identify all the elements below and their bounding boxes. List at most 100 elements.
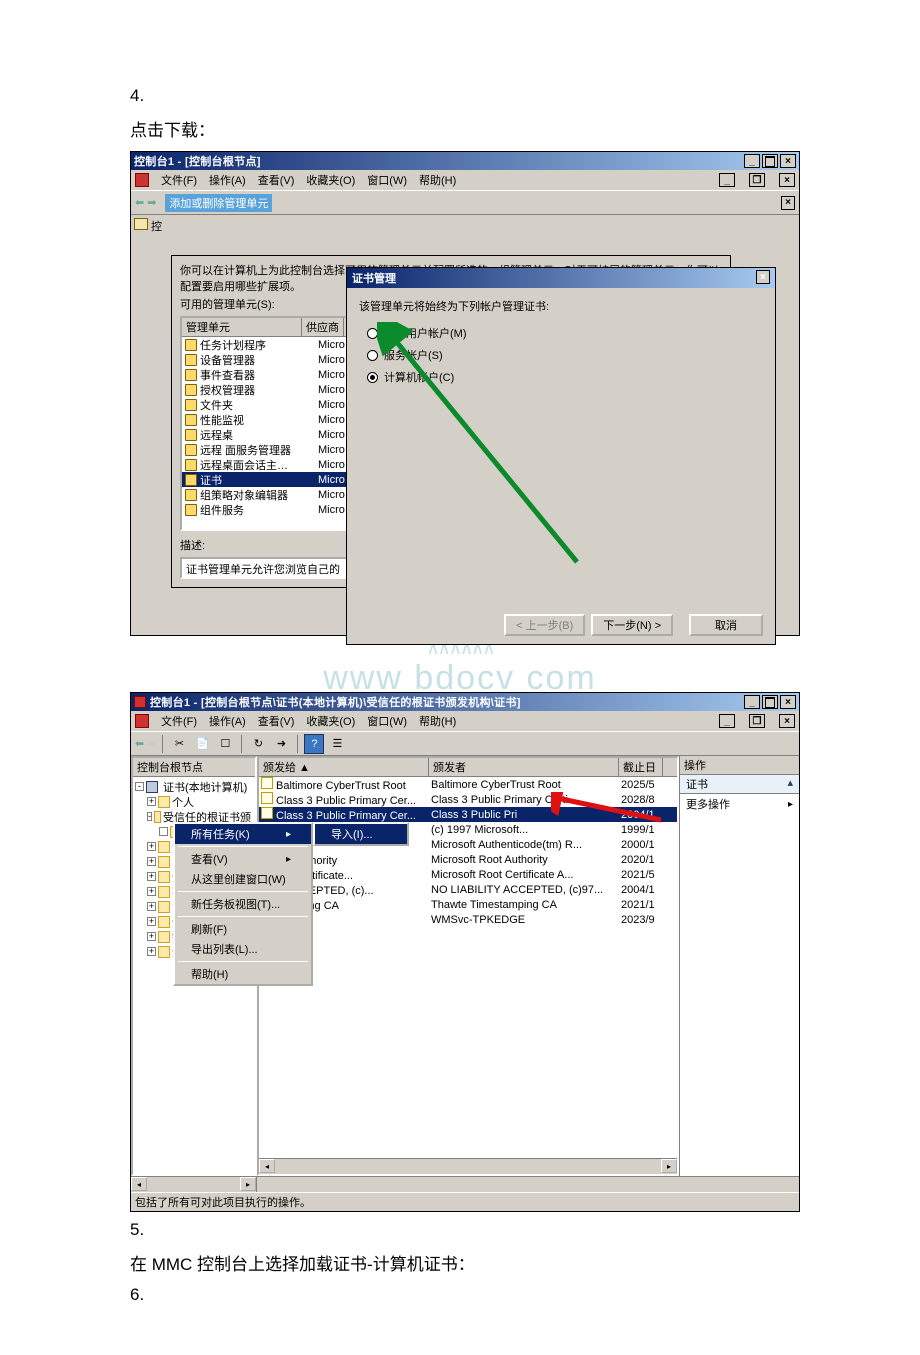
menu-help[interactable]: 帮助(H) [419, 172, 456, 188]
menu-file[interactable]: 文件(F) [161, 172, 197, 188]
actions-more[interactable]: 更多操作▸ [680, 794, 799, 814]
context-menu[interactable]: 所有任务(K)▸ 查看(V)▸从这里创建窗口(W) 新任务板视图(T)... 刷新(F… [173, 822, 313, 986]
tree-root-folder[interactable]: 控 [134, 218, 164, 238]
menu-item[interactable]: 查看(V)▸ [175, 849, 311, 869]
menu-item[interactable]: 所有任务(K)▸ [175, 824, 311, 844]
snapin-row[interactable]: 任务计划程序Micro [182, 337, 363, 352]
scroll-right-icon[interactable]: ▸ [240, 1177, 256, 1191]
mdi-restore[interactable]: ❐ [749, 173, 765, 187]
cert-row[interactable]: stamping CAThawte Timestamping CA2021/1 [259, 897, 677, 912]
menu-item[interactable]: 新任务板视图(T)... [175, 894, 311, 914]
tree-node[interactable]: -证书(本地计算机) [135, 779, 253, 794]
snapin-row[interactable]: 授权管理器Micro [182, 382, 363, 397]
menu-fav[interactable]: 收藏夹(O) [306, 172, 355, 188]
avail-snapins-list[interactable]: 管理单元供应商 任务计划程序Micro设备管理器Micro事件查看器Micro授… [180, 316, 365, 531]
menu-action[interactable]: 操作(A) [209, 172, 246, 188]
expand-icon[interactable] [159, 827, 168, 836]
snapin-row[interactable]: 远程桌面会话主…Micro [182, 457, 363, 472]
scroll-left-icon[interactable]: ◂ [131, 1177, 147, 1191]
wizard-titlebar[interactable]: 证书管理 × [347, 268, 775, 288]
nav-back-icon[interactable]: ⬅ [135, 737, 144, 750]
snapin-row[interactable]: 性能监视Micro [182, 412, 363, 427]
menu-file[interactable]: 文件(F) [161, 713, 197, 729]
expand-icon[interactable]: + [147, 887, 156, 896]
context-submenu[interactable]: 导入(I)... [313, 822, 409, 846]
h-scrollbar[interactable]: ◂ ▸ [259, 1158, 677, 1174]
snapin-row[interactable]: 远程 面服务管理器Micro [182, 442, 363, 457]
tree-node[interactable]: +个人 [135, 794, 253, 809]
expand-icon[interactable]: + [147, 797, 156, 806]
expand-icon[interactable]: + [147, 947, 156, 956]
nav-back-icon[interactable]: ⬅ [135, 196, 144, 209]
help-icon[interactable]: ? [304, 734, 324, 754]
toolbar-hint: 添加或删除管理单元 [165, 194, 272, 212]
menu-item[interactable]: 导入(I)... [315, 824, 407, 844]
cancel-button[interactable]: 取消 [689, 614, 763, 636]
col-snapin[interactable]: 管理单元 [182, 318, 302, 336]
expand-icon[interactable]: + [147, 872, 156, 881]
menu-item[interactable]: 导出列表(L)... [175, 939, 311, 959]
minimize-button[interactable]: _ [744, 695, 760, 709]
maximize-button[interactable] [762, 154, 778, 168]
cut-icon[interactable]: ✂ [169, 734, 189, 754]
mdi-close[interactable]: × [779, 173, 795, 187]
toolbar-close-icon[interactable]: × [781, 196, 795, 210]
expand-icon[interactable]: + [147, 917, 156, 926]
cert-row[interactable]: oot AuthorityMicrosoft Root Authority202… [259, 852, 677, 867]
scroll-right-icon[interactable]: ▸ [661, 1159, 677, 1173]
menu-window[interactable]: 窗口(W) [367, 713, 407, 729]
mdi-min[interactable]: _ [719, 714, 735, 728]
menu-separator [178, 916, 308, 917]
close-button[interactable]: × [780, 154, 796, 168]
cert-row[interactable]: Y ACCEPTED, (c)...NO LIABILITY ACCEPTED,… [259, 882, 677, 897]
menu-view[interactable]: 查看(V) [258, 172, 295, 188]
snapin-row[interactable]: 组策略对象编辑器Micro [182, 487, 363, 502]
menu-action[interactable]: 操作(A) [209, 713, 246, 729]
col-vendor[interactable]: 供应商 [302, 318, 344, 336]
col-issued-to[interactable]: 颁发给 ▲ [259, 758, 429, 776]
col-issued-by[interactable]: 颁发者 [429, 758, 619, 776]
menu-item[interactable]: 从这里创建窗口(W) [175, 869, 311, 889]
win1-titlebar[interactable]: 控制台1 - [控制台根节点] _ × [131, 152, 799, 170]
snapin-row[interactable]: 远程桌Micro [182, 427, 363, 442]
win2-titlebar[interactable]: 控制台1 - [控制台根节点\证书(本地计算机)\受信任的根证书颁发机构\证书]… [131, 693, 799, 711]
expand-icon[interactable]: - [135, 782, 144, 791]
menu-window[interactable]: 窗口(W) [367, 172, 407, 188]
copy-icon[interactable]: 📄 [192, 734, 212, 754]
snapin-row[interactable]: 组件服务Micro [182, 502, 363, 517]
mdi-min[interactable]: _ [719, 173, 735, 187]
submenu-arrow-icon: ▸ [286, 829, 291, 840]
mdi-restore[interactable]: ❐ [749, 714, 765, 728]
tree-h-scrollbar[interactable]: ◂▸ [131, 1176, 257, 1192]
col-expiry[interactable]: 截止日 [619, 758, 663, 776]
snapin-row[interactable]: 证书Micro [182, 472, 363, 487]
wizard-close-icon[interactable]: × [756, 270, 770, 284]
snapin-row[interactable]: 文件夹Micro [182, 397, 363, 412]
minimize-button[interactable]: _ [744, 154, 760, 168]
menu-item[interactable]: 刷新(F) [175, 919, 311, 939]
close-button[interactable]: × [780, 695, 796, 709]
snapin-row[interactable]: 事件查看器Micro [182, 367, 363, 382]
cert-row[interactable]: oot Certificate...Microsoft Root Certifi… [259, 867, 677, 882]
expand-icon[interactable]: + [147, 902, 156, 911]
menu-item[interactable]: 帮助(H) [175, 964, 311, 984]
prop-icon[interactable]: ☐ [215, 734, 235, 754]
snapin-row[interactable]: 设备管理器Micro [182, 352, 363, 367]
expand-icon[interactable]: + [147, 932, 156, 941]
expand-icon[interactable]: + [147, 857, 156, 866]
menu-view[interactable]: 查看(V) [258, 713, 295, 729]
cert-row[interactable]: GEWMSvc-TPKEDGE2023/9 [259, 912, 677, 927]
refresh-icon[interactable]: ↻ [248, 734, 268, 754]
cert-row[interactable]: Baltimore CyberTrust RootBaltimore Cyber… [259, 777, 677, 792]
nav-fwd-icon[interactable]: ➡ [147, 196, 156, 209]
expand-icon[interactable]: - [147, 812, 152, 821]
list-icon[interactable]: ☰ [327, 734, 347, 754]
expand-icon[interactable]: + [147, 842, 156, 851]
scroll-left-icon[interactable]: ◂ [259, 1159, 275, 1173]
menu-fav[interactable]: 收藏夹(O) [306, 713, 355, 729]
menu-help[interactable]: 帮助(H) [419, 713, 456, 729]
maximize-button[interactable] [762, 695, 778, 709]
next-button[interactable]: 下一步(N) > [591, 614, 673, 636]
export-icon[interactable]: ➜ [271, 734, 291, 754]
mdi-close[interactable]: × [779, 714, 795, 728]
